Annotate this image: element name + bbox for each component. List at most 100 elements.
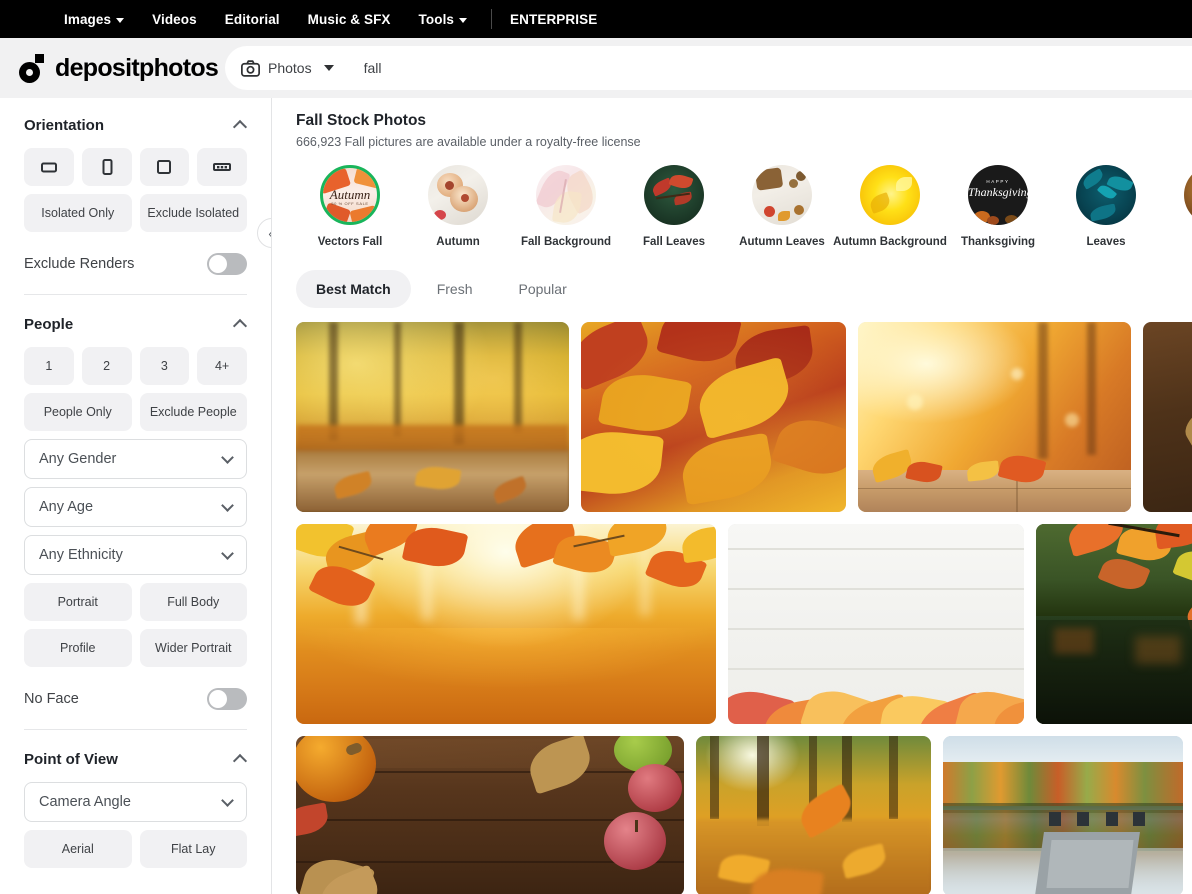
nav-item-label: Tools [418, 11, 455, 27]
category-item-autumn-background[interactable]: Autumn Background [833, 165, 947, 248]
result-thumbnail[interactable] [296, 322, 569, 512]
category-label: Autumn [436, 236, 480, 248]
nav-item-music-sfx[interactable]: Music & SFX [294, 0, 405, 38]
pill-label: People Only [43, 405, 112, 419]
no-face-toggle[interactable] [207, 688, 247, 710]
people-section-header[interactable]: People [24, 301, 248, 347]
orientation-horizontal-button[interactable] [24, 148, 74, 186]
orientation-panoramic-button[interactable] [197, 148, 247, 186]
orientation-square-button[interactable] [139, 148, 190, 186]
aerial-button[interactable]: Aerial [24, 830, 132, 868]
result-thumbnail[interactable] [296, 736, 684, 894]
point-of-view-section-header[interactable]: Point of View [24, 736, 248, 782]
vertical-rectangle-icon [102, 159, 113, 175]
category-thumbnail [860, 165, 920, 225]
nav-item-enterprise[interactable]: ENTERPRISE [502, 0, 611, 38]
category-thumbnail [1076, 165, 1136, 225]
category-item-fall-background[interactable]: Fall Background [512, 165, 620, 248]
isolation-buttons: Isolated Only Exclude Isolated [24, 194, 247, 232]
search-input[interactable] [349, 47, 1192, 89]
result-thumbnail[interactable] [296, 524, 716, 724]
orientation-vertical-button[interactable] [81, 148, 132, 186]
people-only-button[interactable]: People Only [24, 393, 132, 431]
camera-angle-select[interactable]: Camera Angle [24, 782, 247, 822]
exclude-renders-label: Exclude Renders [24, 256, 135, 272]
result-thumbnail[interactable] [943, 736, 1183, 894]
category-thumbnail [644, 165, 704, 225]
result-thumbnail[interactable] [1036, 524, 1192, 724]
category-item-partial[interactable]: Fa [1160, 165, 1192, 248]
ethnicity-select[interactable]: Any Ethnicity [24, 535, 247, 575]
filters-sidebar: Orientation Isolated Only Exclude Isolat… [0, 98, 272, 894]
logo[interactable]: depositphotos [0, 53, 222, 83]
exclude-renders-toggle[interactable] [207, 253, 247, 275]
section-title: Point of View [24, 750, 118, 768]
pill-label: 2 [103, 359, 111, 373]
pill-label: Full Body [167, 595, 220, 609]
camera-icon [241, 59, 260, 77]
category-carousel[interactable]: Autumn 50 % OFF SALE Vectors Fall Autumn [296, 165, 1192, 248]
chevron-up-icon[interactable] [232, 318, 248, 334]
tab-best-match[interactable]: Best Match [296, 270, 411, 308]
chevron-up-icon[interactable] [232, 119, 248, 135]
isolated-only-button[interactable]: Isolated Only [24, 194, 132, 232]
chevron-down-icon [459, 17, 468, 23]
gender-select-value: Any Gender [39, 451, 117, 467]
category-item-thanksgiving[interactable]: HAPPY Thanksgiving Thanksgiving [944, 165, 1052, 248]
no-face-row: No Face [24, 675, 247, 723]
people-count-1-button[interactable]: 1 [24, 347, 74, 385]
result-thumbnail[interactable] [728, 524, 1024, 724]
results-row [296, 524, 1192, 724]
nav-item-tools[interactable]: Tools [405, 0, 482, 38]
result-thumbnail[interactable] [581, 322, 846, 512]
age-select[interactable]: Any Age [24, 487, 247, 527]
depositphotos-logo-icon [18, 53, 48, 83]
results-row [296, 736, 1192, 894]
chevron-up-icon[interactable] [232, 753, 248, 769]
tab-fresh[interactable]: Fresh [417, 270, 493, 308]
nav-item-label: Music & SFX [307, 11, 391, 27]
nav-item-videos[interactable]: Videos [138, 0, 211, 38]
exclude-isolated-button[interactable]: Exclude Isolated [139, 194, 247, 232]
result-thumbnail[interactable] [1143, 322, 1192, 512]
collapse-sidebar-button[interactable]: « [257, 218, 271, 248]
pill-label: 4+ [214, 359, 230, 373]
sort-tabs: Best Match Fresh Popular [296, 270, 1192, 308]
search-type-selector[interactable]: Photos [225, 46, 350, 90]
flat-lay-button[interactable]: Flat Lay [139, 830, 247, 868]
nav-item-label: Editorial [224, 11, 280, 27]
age-select-value: Any Age [39, 499, 94, 515]
people-count-4plus-button[interactable]: 4+ [197, 347, 247, 385]
tab-popular[interactable]: Popular [498, 270, 586, 308]
full-body-button[interactable]: Full Body [139, 583, 247, 621]
pill-label: Flat Lay [171, 842, 216, 856]
chevron-down-icon [221, 498, 234, 512]
exclude-people-button[interactable]: Exclude People [139, 393, 247, 431]
portrait-button[interactable]: Portrait [24, 583, 132, 621]
nav-item-editorial[interactable]: Editorial [211, 0, 294, 38]
category-item-fall-leaves[interactable]: Fall Leaves [620, 165, 728, 248]
no-face-label: No Face [24, 691, 79, 707]
tab-label: Best Match [316, 281, 391, 297]
result-thumbnail[interactable] [696, 736, 931, 894]
people-count-2-button[interactable]: 2 [81, 347, 132, 385]
category-label: Autumn Leaves [739, 236, 825, 248]
people-count-3-button[interactable]: 3 [139, 347, 190, 385]
pill-label: Wider Portrait [155, 641, 232, 655]
results-grid [296, 322, 1192, 894]
pill-label: 3 [160, 359, 168, 373]
top-navigation-bar: Images Videos Editorial Music & SFX Tool… [0, 0, 1192, 38]
wider-portrait-button[interactable]: Wider Portrait [139, 629, 247, 667]
result-thumbnail[interactable] [858, 322, 1131, 512]
nav-item-images[interactable]: Images [50, 0, 138, 38]
category-item-autumn-leaves[interactable]: Autumn Leaves [728, 165, 836, 248]
nav-item-label: Videos [152, 11, 197, 27]
profile-button[interactable]: Profile [24, 629, 132, 667]
category-item-vectors-fall[interactable]: Autumn 50 % OFF SALE Vectors Fall [296, 165, 404, 248]
category-item-leaves[interactable]: Leaves [1052, 165, 1160, 248]
category-thumbnail [536, 165, 596, 225]
orientation-section-header[interactable]: Orientation [24, 102, 248, 148]
horizontal-rectangle-icon [40, 162, 57, 173]
category-item-autumn[interactable]: Autumn [404, 165, 512, 248]
gender-select[interactable]: Any Gender [24, 439, 247, 479]
